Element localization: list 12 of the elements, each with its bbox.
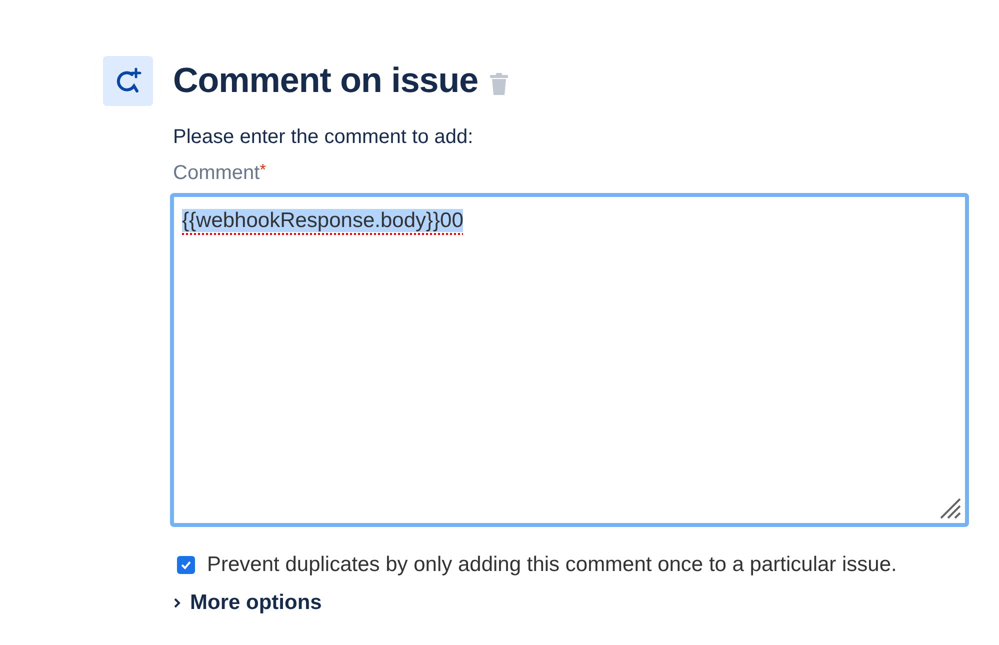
comment-add-icon — [103, 56, 153, 106]
page-title: Comment on issue — [173, 61, 478, 101]
resize-grip-icon[interactable] — [939, 497, 961, 519]
more-options-toggle[interactable]: More options — [173, 591, 322, 615]
required-marker: * — [260, 162, 266, 179]
checkbox-label: Prevent duplicates by only adding this comment once to a particular issue. — [207, 553, 897, 577]
comment-field[interactable]: {{webhookResponse.body}}00 — [170, 193, 969, 527]
checkbox[interactable] — [177, 556, 195, 574]
instruction-text: Please enter the comment to add: — [173, 126, 474, 149]
comment-label: Comment* — [173, 162, 267, 185]
chevron-icon — [173, 597, 181, 609]
checkmark-icon — [180, 559, 192, 571]
